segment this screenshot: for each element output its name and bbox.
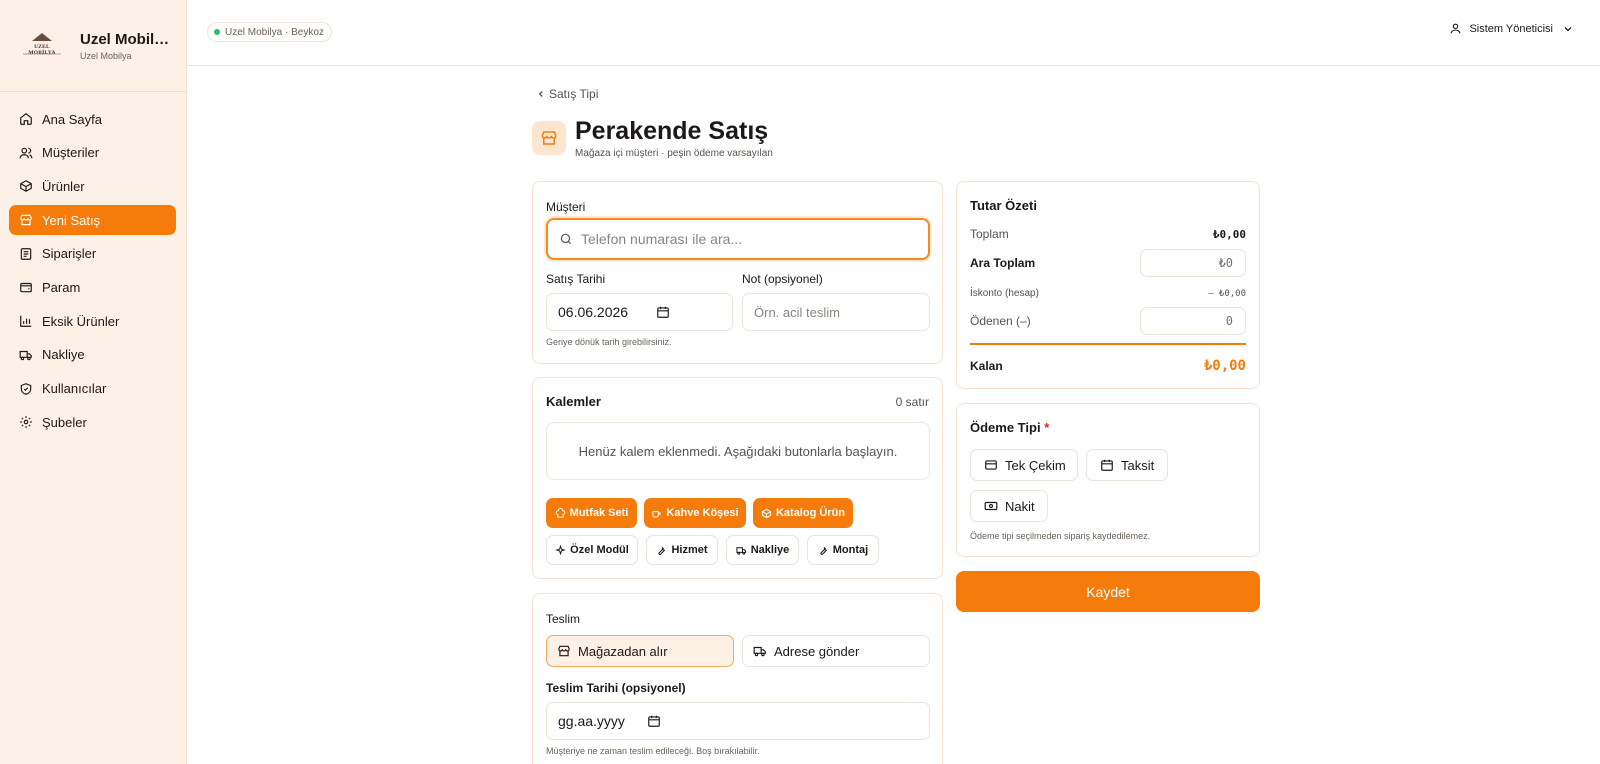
bar-chart-icon [19, 314, 33, 328]
add-hizmet-button[interactable]: Hizmet [646, 535, 718, 565]
sidebar-item-urunler[interactable]: Ürünler [9, 171, 176, 201]
wrench-icon [818, 545, 829, 556]
calendar-icon[interactable] [656, 305, 670, 319]
summary-discount-row: İskonto (hesap) – ₺0,00 [970, 288, 1246, 299]
add-kahve-kosesi-button[interactable]: Kahve Köşesi [644, 498, 746, 528]
delivery-card: Teslim Mağazadan alır Adrese gönder Tesl… [532, 593, 943, 764]
sidebar-item-nakliye[interactable]: Nakliye [9, 340, 176, 370]
sparkles-icon [555, 544, 566, 556]
brand-logo: UZEL MOBİLYA MOBİLYA & DEKORASYON [22, 32, 62, 59]
banknote-icon [984, 499, 998, 513]
brand-title: Uzel Mobilya [80, 30, 170, 48]
calendar-icon [1100, 458, 1114, 472]
sidebar-nav: Ana Sayfa Müşteriler Ürünler Yeni Satış … [0, 92, 186, 437]
summary-card: Tutar Özeti Toplam ₺0,00 Ara Toplam ₺0 İ… [956, 181, 1260, 389]
summary-subtotal-row: Ara Toplam ₺0 [970, 249, 1246, 277]
brand-subtitle: Uzel Mobilya [80, 50, 132, 61]
wrench-icon [656, 545, 667, 556]
subtotal-input[interactable]: ₺0 [1140, 249, 1246, 277]
branch-badge[interactable]: Uzel Mobilya · Beykoz [207, 22, 332, 42]
truck-icon [736, 545, 747, 556]
calendar-icon[interactable] [647, 714, 661, 728]
sidebar-item-eksik-urunler[interactable]: Eksik Ürünler [9, 306, 176, 336]
add-nakliye-button[interactable]: Nakliye [726, 535, 799, 565]
payment-option-nakit[interactable]: Nakit [970, 490, 1048, 522]
store-icon [557, 644, 571, 658]
users-icon [19, 146, 33, 160]
items-empty-state: Henüz kalem eklenmedi. Aşağıdaki butonla… [546, 422, 930, 480]
delivery-date-label: Teslim Tarihi (opsiyonel) [546, 681, 686, 695]
chef-hat-icon [555, 507, 566, 519]
back-link[interactable]: Satış Tipi [536, 87, 598, 101]
summary-paid-row: Ödenen (–) 0 [970, 307, 1246, 335]
add-mutfak-seti-button[interactable]: Mutfak Seti [546, 498, 637, 528]
payment-card: Ödeme Tipi * Tek Çekim Taksit Nakit Ödem… [956, 403, 1260, 557]
sale-date-label: Satış Tarihi [546, 272, 606, 286]
items-title: Kalemler [546, 394, 601, 409]
sale-date-hint: Geriye dönük tarih girebilirsiniz. [546, 337, 672, 347]
items-card: Kalemler 0 satır Henüz kalem eklenmedi. … [532, 377, 943, 579]
credit-card-icon [984, 458, 998, 472]
delivery-date-input[interactable]: gg.aa.yyyy [546, 702, 930, 740]
sidebar-item-kullanicilar[interactable]: Kullanıcılar [9, 374, 176, 404]
delivery-option-store[interactable]: Mağazadan alır [546, 635, 734, 667]
add-ozel-modul-button[interactable]: Özel Modül [546, 535, 638, 565]
paid-input[interactable]: 0 [1140, 307, 1246, 335]
add-montaj-button[interactable]: Montaj [807, 535, 879, 565]
payment-title: Ödeme Tipi * [970, 420, 1050, 435]
payment-option-tek-cekim[interactable]: Tek Çekim [970, 449, 1078, 481]
customer-card: Müşteri Telefon numarası ile ara... Satı… [532, 181, 943, 364]
sale-date-input[interactable]: 06.06.2026 [546, 293, 733, 331]
sidebar-item-siparisler[interactable]: Siparişler [9, 239, 176, 269]
brand[interactable]: UZEL MOBİLYA MOBİLYA & DEKORASYON Uzel M… [0, 0, 186, 92]
page-title: Perakende Satış [575, 117, 769, 145]
box-icon [19, 179, 33, 193]
sidebar: UZEL MOBİLYA MOBİLYA & DEKORASYON Uzel M… [0, 0, 187, 764]
payment-hint: Ödeme tipi seçilmeden sipariş kaydedilem… [970, 531, 1151, 541]
note-label: Not (opsiyonel) [742, 272, 823, 286]
box-icon [761, 508, 772, 519]
truck-icon [19, 348, 33, 362]
summary-total-row: Toplam ₺0,00 [970, 227, 1246, 241]
items-count: 0 satır [895, 395, 929, 409]
delivery-date-hint: Müşteriye ne zaman teslim edileceği. Boş… [546, 746, 760, 756]
search-icon [559, 232, 573, 246]
delivery-label: Teslim [546, 612, 581, 626]
sidebar-item-yeni-satis[interactable]: Yeni Satış [9, 205, 176, 236]
online-dot [214, 29, 220, 35]
add-katalog-urun-button[interactable]: Katalog Ürün [753, 498, 853, 528]
summary-divider [970, 343, 1246, 345]
sidebar-item-subeler[interactable]: Şubeler [9, 407, 176, 437]
save-button[interactable]: Kaydet [956, 571, 1260, 612]
wallet-icon [19, 280, 33, 294]
store-icon [19, 213, 33, 227]
chevron-down-icon [1562, 23, 1574, 35]
gear-icon [19, 415, 33, 429]
truck-icon [753, 644, 767, 658]
delivery-option-address[interactable]: Adrese gönder [742, 635, 930, 667]
sidebar-item-musteriler[interactable]: Müşteriler [9, 138, 176, 168]
sidebar-item-ana-sayfa[interactable]: Ana Sayfa [9, 104, 176, 134]
page-subtitle: Mağaza içi müşteri · peşin ödeme varsayı… [575, 148, 773, 159]
customer-search-input[interactable]: Telefon numarası ile ara... [546, 218, 930, 260]
user-menu[interactable]: Sistem Yöneticisi [1449, 22, 1574, 35]
list-icon [19, 247, 33, 261]
summary-remaining-row: Kalan ₺0,00 [970, 358, 1246, 374]
shield-icon [19, 382, 33, 396]
chevron-left-icon [536, 89, 546, 99]
sidebar-item-param[interactable]: Param [9, 272, 176, 302]
home-icon [19, 112, 33, 126]
customer-label: Müşteri [546, 200, 586, 214]
coffee-icon [651, 508, 662, 519]
user-icon [1449, 22, 1462, 35]
note-input[interactable]: Örn. acil teslim [742, 293, 930, 331]
payment-option-taksit[interactable]: Taksit [1086, 449, 1168, 481]
summary-title: Tutar Özeti [970, 198, 1037, 213]
store-icon [532, 121, 566, 155]
top-header: Uzel Mobilya · Beykoz Sistem Yöneticisi [187, 0, 1600, 66]
